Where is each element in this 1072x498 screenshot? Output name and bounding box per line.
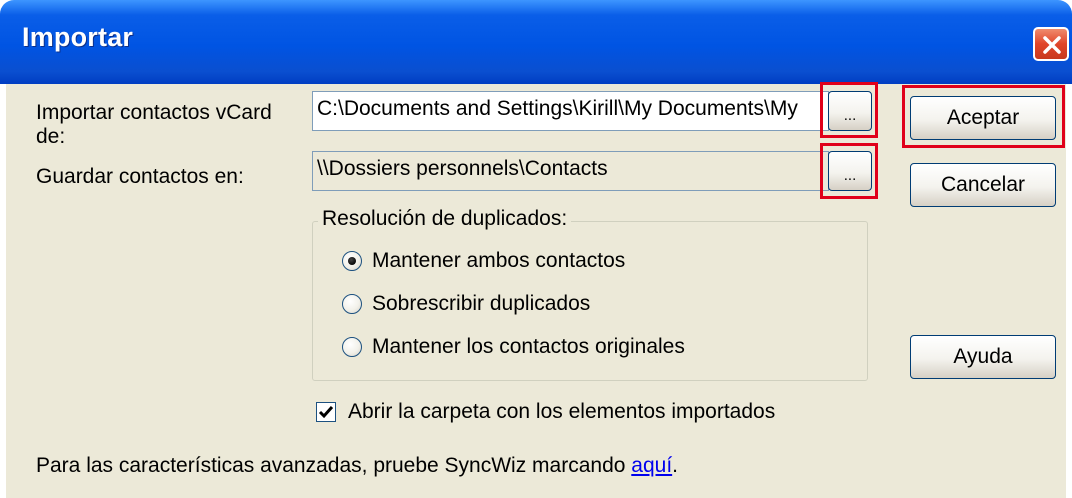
window-title: Importar <box>22 22 134 52</box>
radio-selected-dot <box>348 257 356 265</box>
radio-keep-originals-label[interactable]: Mantener los contactos originales <box>372 335 685 359</box>
open-folder-label[interactable]: Abrir la carpeta con los elementos impor… <box>348 400 775 424</box>
cancel-button[interactable]: Cancelar <box>910 163 1056 207</box>
footer-suffix: . <box>672 454 678 477</box>
close-button[interactable] <box>1033 27 1069 61</box>
import-label-line1: Importar contactos vCard <box>36 101 272 124</box>
radio-overwrite-label[interactable]: Sobrescribir duplicados <box>372 292 590 316</box>
title-bar[interactable]: Importar <box>0 0 1072 84</box>
advanced-link[interactable]: aquí <box>631 454 672 477</box>
radio-keep-both-label[interactable]: Mantener ambos contactos <box>372 249 625 273</box>
duplicates-legend: Resolución de duplicados: <box>318 207 572 231</box>
dialog-body: Importar contactos vCard de: C:\Document… <box>6 82 1066 498</box>
footer-text: Para las características avanzadas, prue… <box>36 454 678 478</box>
save-path-field: \\Dossiers personnels\Contacts <box>312 151 829 191</box>
import-label-line2: de: <box>36 125 66 148</box>
help-button[interactable]: Ayuda <box>910 335 1056 379</box>
radio-keep-originals[interactable] <box>342 337 362 357</box>
import-label: Importar contactos vCard de: <box>36 101 272 149</box>
radio-keep-both[interactable] <box>342 251 362 271</box>
import-browse-highlight <box>820 82 878 138</box>
footer-message: Para las características avanzadas, prue… <box>36 454 632 477</box>
checkmark-icon <box>318 406 334 419</box>
save-browse-highlight <box>820 143 878 199</box>
open-folder-checkbox[interactable] <box>316 402 336 422</box>
accept-highlight <box>902 85 1065 148</box>
save-label: Guardar contactos en: <box>36 165 244 188</box>
close-icon <box>1043 36 1061 54</box>
radio-overwrite[interactable] <box>342 294 362 314</box>
import-path-field[interactable]: C:\Documents and Settings\Kirill\My Docu… <box>312 91 829 131</box>
import-dialog: Importar Importar contactos vCard de: C:… <box>0 0 1072 498</box>
